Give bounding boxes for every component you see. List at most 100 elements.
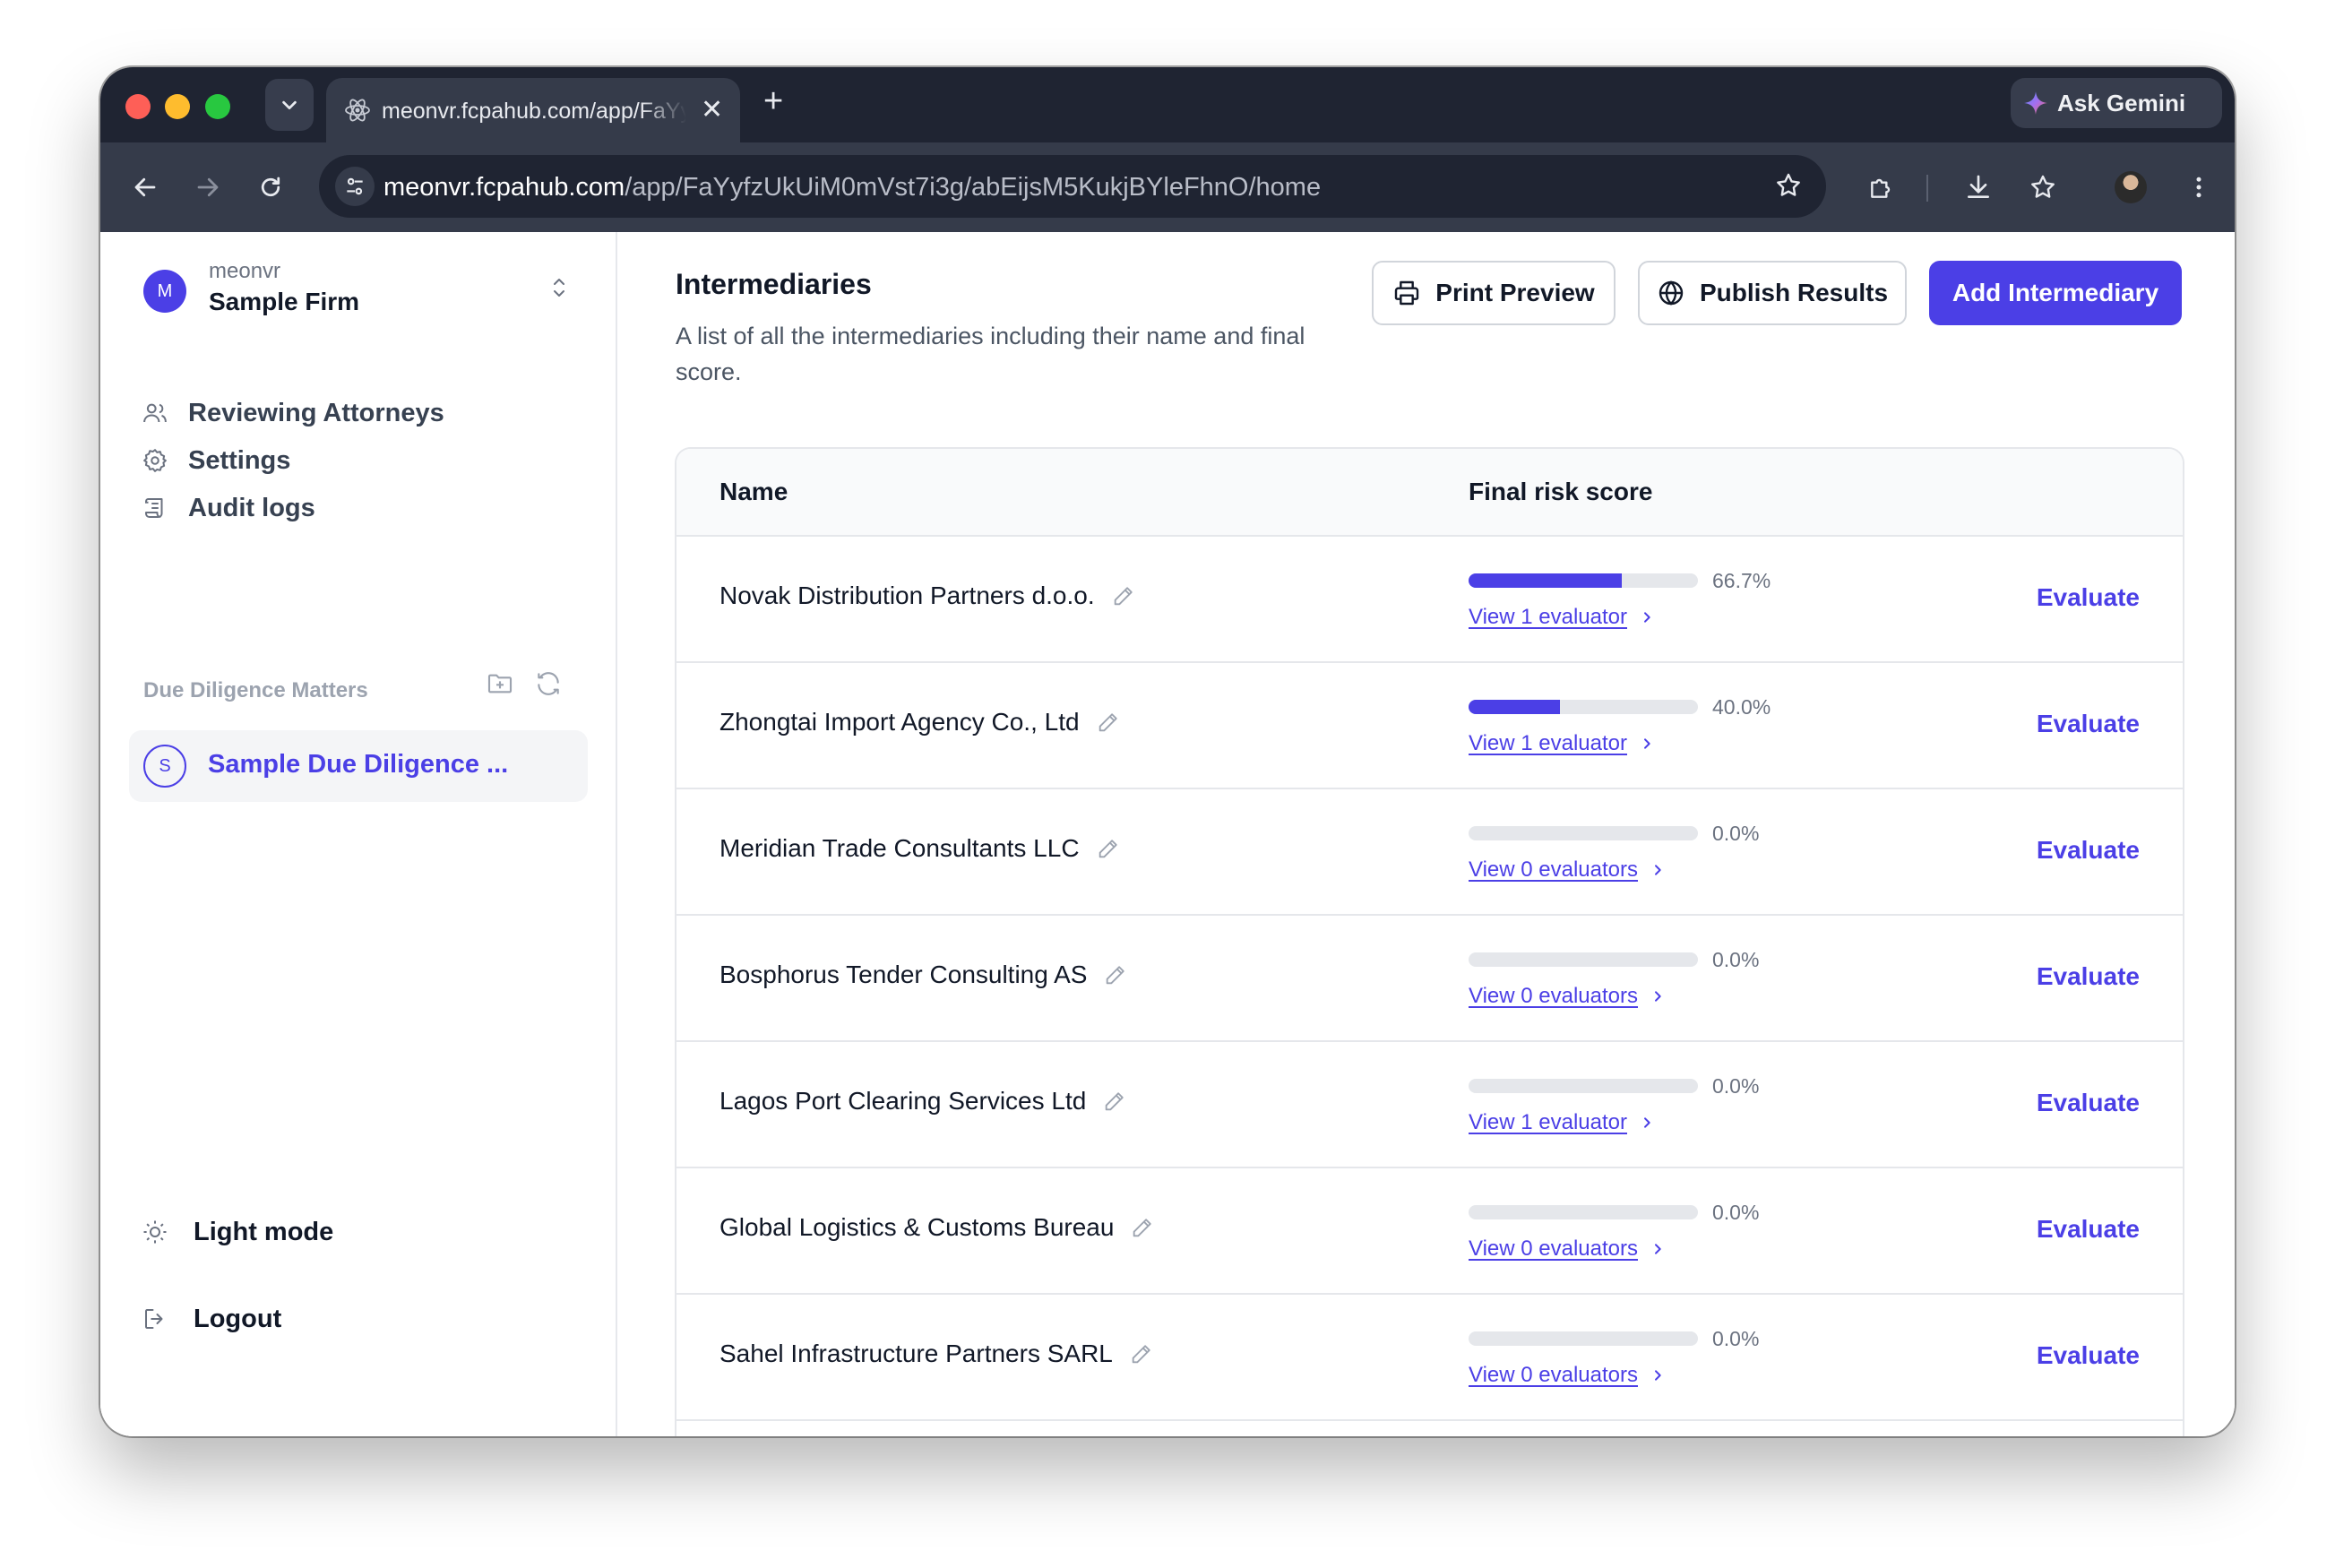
pencil-icon[interactable] (1129, 1341, 1154, 1366)
name-cell: Meridian Trade Consultants LLC (719, 834, 1121, 863)
minimize-window-button[interactable] (165, 94, 190, 119)
print-preview-label: Print Preview (1435, 279, 1595, 306)
view-evaluators-link[interactable]: View 0 evaluators (1469, 857, 1665, 883)
chevron-down-icon (282, 100, 297, 110)
chevron-right-icon (1655, 1370, 1661, 1381)
profile-avatar[interactable] (2115, 171, 2147, 203)
sidebar-item-settings[interactable]: Settings (142, 438, 290, 483)
app-page: M meonvr Sample Firm Reviewing Attorneys… (100, 232, 2235, 1436)
forward-button[interactable] (188, 168, 228, 207)
pencil-icon[interactable] (1096, 710, 1121, 735)
pencil-icon[interactable] (1096, 836, 1121, 861)
view-evaluators-label: View 0 evaluators (1469, 1236, 1638, 1261)
sidebar-item-sample-due-diligence[interactable]: S Sample Due Diligence ... (129, 730, 588, 802)
view-evaluators-label: View 1 evaluator (1469, 731, 1627, 755)
logout-button[interactable]: Logout (142, 1297, 281, 1341)
intermediary-name: Novak Distribution Partners d.o.o. (719, 582, 1095, 609)
view-evaluators-link[interactable]: View 1 evaluator (1469, 1110, 1654, 1135)
view-evaluators-link[interactable]: View 1 evaluator (1469, 731, 1654, 756)
add-intermediary-button[interactable]: Add Intermediary (1929, 261, 2182, 325)
risk-score-bar (1469, 952, 1698, 967)
site-settings-button[interactable] (335, 167, 375, 206)
risk-score-bar (1469, 573, 1698, 588)
back-button[interactable] (125, 168, 165, 207)
extensions-button[interactable] (1862, 168, 1901, 207)
sidebar-item-audit-logs[interactable]: Audit logs (142, 486, 315, 530)
pencil-icon[interactable] (1102, 1089, 1127, 1114)
view-evaluators-link[interactable]: View 0 evaluators (1469, 1236, 1665, 1262)
view-evaluators-label: View 1 evaluator (1469, 1110, 1627, 1134)
table-row: Bosphorus Tender Consulting AS 0.0% View… (676, 916, 2183, 1042)
pencil-icon[interactable] (1111, 583, 1136, 608)
intermediary-name: Global Logistics & Customs Bureau (719, 1213, 1115, 1241)
ask-gemini-button[interactable]: Ask Gemini (2011, 78, 2222, 128)
pencil-icon[interactable] (1130, 1215, 1155, 1240)
refresh-icon[interactable] (534, 669, 563, 698)
react-favicon-icon (345, 99, 370, 122)
intermediary-name: Sahel Infrastructure Partners SARL (719, 1340, 1113, 1367)
intermediaries-table: Name Final risk score Novak Distribution… (675, 447, 2184, 1436)
view-evaluators-link[interactable]: View 1 evaluator (1469, 605, 1654, 630)
view-evaluators-label: View 0 evaluators (1469, 1363, 1638, 1387)
evaluate-button[interactable]: Evaluate (2037, 583, 2140, 612)
main-content: Intermediaries A list of all the interme… (617, 232, 2235, 1436)
chevron-right-icon (1655, 865, 1661, 875)
risk-score-bar (1469, 1079, 1698, 1093)
table-row: Global Logistics & Customs Bureau 0.0% V… (676, 1168, 2183, 1295)
folder-plus-icon[interactable] (486, 669, 514, 698)
publish-results-button[interactable]: Publish Results (1638, 261, 1907, 325)
evaluate-button[interactable]: Evaluate (2037, 1215, 2140, 1244)
section-label: Due Diligence Matters (143, 678, 368, 702)
browser-menu-button[interactable] (2179, 168, 2219, 207)
evaluate-button[interactable]: Evaluate (2037, 1089, 2140, 1117)
risk-score-value: 66.7% (1712, 569, 1771, 592)
maximize-window-button[interactable] (205, 94, 230, 119)
view-evaluators-link[interactable]: View 0 evaluators (1469, 984, 1665, 1009)
evaluate-button[interactable]: Evaluate (2037, 710, 2140, 738)
evaluate-button[interactable]: Evaluate (2037, 836, 2140, 865)
chevron-right-icon (1644, 738, 1650, 749)
active-tab[interactable]: meonvr.fcpahub.com/app/FaYyfzUkUiM0mVst7… (326, 78, 740, 142)
url-path: /app/FaYyfzUkUiM0mVst7i3g/abEijsM5KukjBY… (625, 173, 1322, 202)
matter-avatar: S (143, 745, 186, 788)
org-username: meonvr (209, 259, 281, 283)
pencil-icon[interactable] (1103, 962, 1128, 987)
risk-score-bar (1469, 1205, 1698, 1219)
logout-icon (145, 1309, 163, 1329)
tab-search-button[interactable] (265, 79, 314, 131)
chevron-up-down-icon (554, 279, 564, 297)
downloads-button[interactable] (1959, 168, 1998, 207)
light-mode-label: Light mode (194, 1217, 334, 1246)
close-tab-icon[interactable]: ✕ (701, 94, 723, 125)
sidebar: M meonvr Sample Firm Reviewing Attorneys… (100, 232, 617, 1436)
table-row: Novak Distribution Partners d.o.o. 66.7%… (676, 537, 2183, 663)
close-window-button[interactable] (125, 94, 151, 119)
evaluate-button[interactable]: Evaluate (2037, 962, 2140, 991)
risk-score-value: 0.0% (1712, 1201, 1760, 1224)
org-switcher-button[interactable] (548, 275, 570, 305)
url-text: meonvr.fcpahub.com/app/FaYyfzUkUiM0mVst7… (383, 172, 1321, 202)
sidebar-item-reviewing-attorneys[interactable]: Reviewing Attorneys (142, 391, 444, 435)
page-title: Intermediaries (676, 268, 872, 300)
column-header-name: Name (719, 478, 788, 505)
matter-label: Sample Due Diligence ... (208, 750, 509, 779)
view-evaluators-link[interactable]: View 0 evaluators (1469, 1363, 1665, 1388)
light-mode-toggle[interactable]: Light mode (142, 1210, 333, 1254)
print-preview-button[interactable]: Print Preview (1372, 261, 1616, 325)
bookmark-star-button[interactable] (1774, 171, 1803, 204)
ask-gemini-label: Ask Gemini (2057, 89, 2186, 116)
risk-score-bar-fill (1469, 573, 1622, 588)
reload-button[interactable] (251, 168, 290, 207)
chevron-right-icon (1655, 1244, 1661, 1254)
toolbar-divider (1926, 175, 1928, 202)
name-cell: Novak Distribution Partners d.o.o. (719, 582, 1136, 610)
download-icon (1968, 175, 1989, 198)
browser-toolbar: meonvr.fcpahub.com/app/FaYyfzUkUiM0mVst7… (100, 142, 2235, 232)
add-intermediary-label: Add Intermediary (1952, 279, 2159, 306)
new-tab-button[interactable]: + (763, 83, 783, 119)
evaluate-button[interactable]: Evaluate (2037, 1341, 2140, 1370)
risk-score-value: 0.0% (1712, 822, 1760, 845)
bookmarks-button[interactable] (2023, 168, 2063, 207)
address-bar[interactable]: meonvr.fcpahub.com/app/FaYyfzUkUiM0mVst7… (319, 155, 1826, 218)
risk-score-value: 0.0% (1712, 1327, 1760, 1350)
